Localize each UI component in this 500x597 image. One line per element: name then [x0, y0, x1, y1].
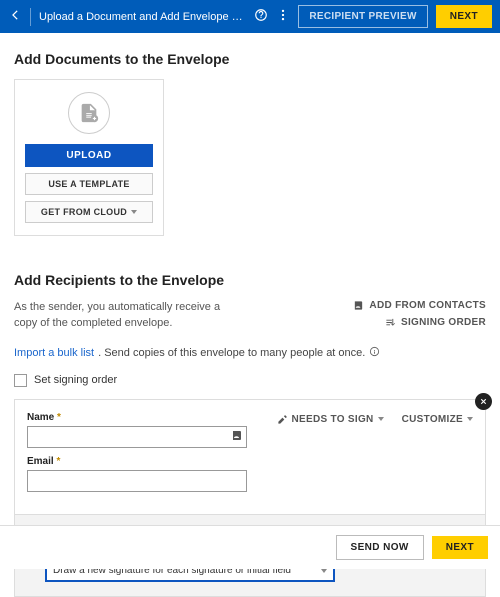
- import-bulk-list-link[interactable]: Import a bulk list: [14, 347, 94, 359]
- contact-picker-icon[interactable]: [231, 429, 243, 444]
- get-from-cloud-button[interactable]: GET FROM CLOUD: [25, 201, 153, 223]
- upload-card: UPLOAD USE A TEMPLATE GET FROM CLOUD: [14, 79, 164, 236]
- sign-icon: [277, 414, 288, 425]
- sender-note: As the sender, you automatically receive…: [14, 300, 244, 332]
- recipient-card: Name * Email * NEEDS TO S: [14, 399, 486, 515]
- next-top-button[interactable]: NEXT: [436, 5, 492, 28]
- set-signing-order-label: Set signing order: [34, 374, 117, 386]
- import-rest-text: . Send copies of this envelope to many p…: [98, 347, 365, 359]
- contacts-icon: [353, 300, 364, 311]
- next-bottom-button[interactable]: NEXT: [432, 536, 488, 559]
- name-label: Name *: [27, 412, 247, 423]
- chevron-down-icon: [378, 417, 384, 421]
- signing-order-button[interactable]: SIGNING ORDER: [385, 317, 486, 328]
- send-now-button[interactable]: SEND NOW: [336, 535, 424, 560]
- name-input[interactable]: [27, 426, 247, 448]
- signing-order-label: SIGNING ORDER: [401, 317, 486, 328]
- chevron-down-icon: [467, 417, 473, 421]
- chevron-down-icon: [321, 569, 327, 573]
- signing-order-icon: [385, 317, 396, 328]
- recipient-preview-button[interactable]: RECIPIENT PREVIEW: [298, 5, 427, 28]
- get-from-cloud-label: GET FROM CLOUD: [41, 207, 127, 217]
- needs-to-sign-button[interactable]: NEEDS TO SIGN: [277, 414, 384, 425]
- more-options-icon[interactable]: [276, 8, 290, 25]
- use-template-button[interactable]: USE A TEMPLATE: [25, 173, 153, 195]
- customize-label: CUSTOMIZE: [402, 414, 463, 425]
- help-icon[interactable]: [254, 8, 268, 25]
- needs-to-sign-label: NEEDS TO SIGN: [292, 414, 374, 425]
- customize-button[interactable]: CUSTOMIZE: [402, 414, 473, 425]
- divider: [30, 8, 31, 26]
- upload-button[interactable]: UPLOAD: [25, 144, 153, 167]
- add-from-contacts-label: ADD FROM CONTACTS: [369, 300, 486, 311]
- page-title: Upload a Document and Add Envelope Recip…: [39, 11, 246, 23]
- footer-bar: SEND NOW NEXT: [0, 525, 500, 569]
- add-from-contacts-button[interactable]: ADD FROM CONTACTS: [353, 300, 486, 311]
- add-recipients-heading: Add Recipients to the Envelope: [14, 272, 486, 288]
- use-template-label: USE A TEMPLATE: [48, 179, 129, 189]
- close-icon: [479, 397, 488, 406]
- set-signing-order-checkbox[interactable]: [14, 374, 27, 387]
- email-input[interactable]: [27, 470, 247, 492]
- back-chevron-icon[interactable]: [8, 8, 22, 25]
- add-documents-heading: Add Documents to the Envelope: [14, 51, 486, 67]
- info-icon[interactable]: [369, 346, 380, 360]
- email-label: Email *: [27, 456, 247, 467]
- chevron-down-icon: [131, 210, 137, 214]
- remove-recipient-button[interactable]: [475, 393, 492, 410]
- document-add-icon: [68, 92, 110, 134]
